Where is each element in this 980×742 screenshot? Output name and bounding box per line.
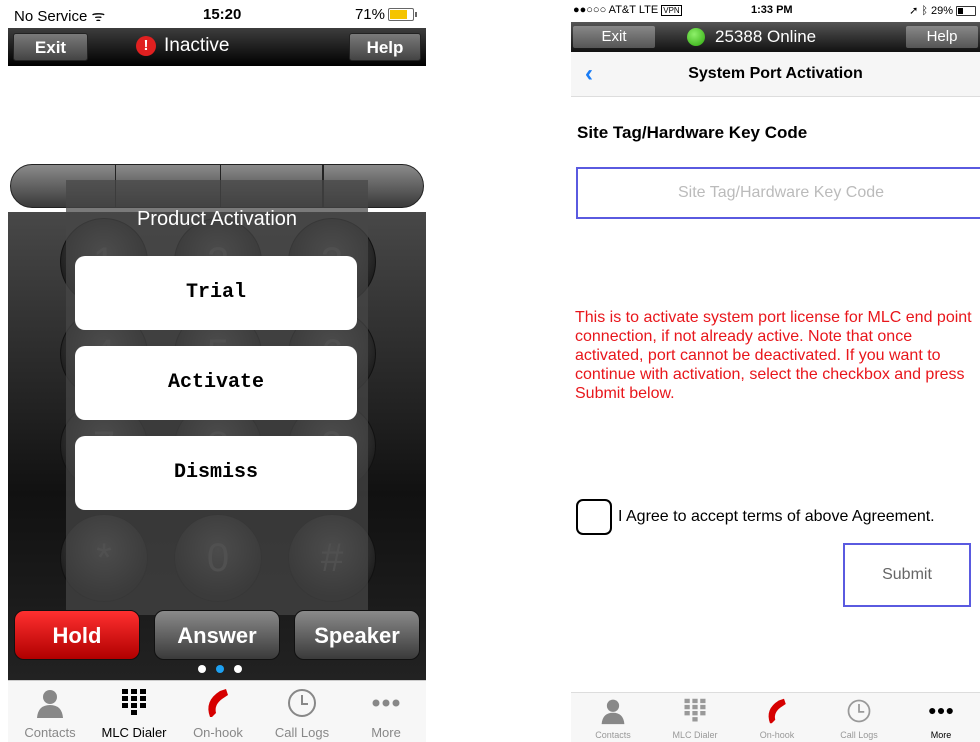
battery-icon bbox=[388, 8, 417, 21]
dialpad-icon bbox=[122, 689, 146, 715]
right-phone-screen: ●●○○○ AT&T LTE VPN 1:33 PM ➚ ᛒ 29% Exit … bbox=[571, 0, 980, 742]
exit-button[interactable]: Exit bbox=[13, 33, 88, 61]
top-nav-bar: Exit 25388 Online Help bbox=[571, 22, 980, 52]
contact-icon bbox=[601, 699, 625, 725]
battery-status: ➚ ᛒ 29% bbox=[909, 4, 976, 17]
tab-label: MLC Dialer bbox=[672, 730, 718, 740]
top-nav-bar: Exit ! Inactive Help bbox=[8, 28, 426, 66]
activation-warning-text: This is to activate system port license … bbox=[575, 309, 972, 402]
site-tag-input[interactable] bbox=[576, 167, 980, 219]
phone-handset-icon bbox=[768, 698, 786, 724]
dialog-title: Product Activation bbox=[136, 208, 298, 230]
call-actions: Hold Answer Speaker bbox=[8, 610, 426, 662]
carrier-label: ●●○○○ AT&T LTE VPN bbox=[573, 4, 682, 16]
status-bar: No Service ᯤ 15:20 71% bbox=[8, 0, 426, 28]
tab-label: Contacts bbox=[595, 730, 631, 740]
location-icon: ➚ bbox=[909, 5, 919, 17]
help-button[interactable]: Help bbox=[906, 26, 978, 48]
left-phone-screen: No Service ᯤ 15:20 71% Exit ! Inactive H… bbox=[8, 0, 426, 742]
more-dots-icon bbox=[372, 699, 400, 707]
tab-on-hook[interactable]: On-hook bbox=[176, 681, 260, 742]
tab-label: Call Logs bbox=[274, 725, 330, 740]
hold-button[interactable]: Hold bbox=[14, 610, 140, 660]
connection-status-label: 25388 Online bbox=[715, 27, 817, 46]
carrier-label: No Service ᯤ bbox=[14, 8, 106, 25]
wifi-icon: ᯤ bbox=[91, 8, 106, 25]
agree-checkbox[interactable] bbox=[576, 499, 612, 535]
page-indicator bbox=[198, 665, 242, 673]
connection-status: 25388 Online bbox=[687, 27, 816, 47]
tab-mlc-dialer[interactable]: MLC Dialer bbox=[92, 681, 176, 742]
online-indicator-icon bbox=[687, 28, 705, 46]
phone-handset-icon bbox=[208, 689, 228, 717]
connection-status: ! Inactive bbox=[136, 35, 229, 57]
product-activation-dialog: Product Activation Trial Activate Dismis… bbox=[66, 180, 368, 615]
contact-icon bbox=[37, 690, 63, 718]
more-dots-icon bbox=[929, 707, 953, 715]
page-dot[interactable] bbox=[234, 665, 242, 673]
connection-status-label: Inactive bbox=[164, 35, 230, 56]
trial-button[interactable]: Trial bbox=[75, 256, 357, 330]
status-time: 15:20 bbox=[203, 6, 242, 23]
tab-label: Contacts bbox=[24, 725, 76, 740]
battery-status: 71% bbox=[354, 6, 417, 23]
page-header: ‹ System Port Activation bbox=[571, 52, 980, 97]
battery-icon bbox=[956, 5, 976, 16]
tab-more[interactable]: More bbox=[901, 693, 980, 742]
status-bar: ●●○○○ AT&T LTE VPN 1:33 PM ➚ ᛒ 29% bbox=[571, 0, 980, 20]
tab-call-logs[interactable]: Call Logs bbox=[819, 693, 899, 742]
tab-label: On-hook bbox=[759, 730, 795, 740]
tab-more[interactable]: More bbox=[344, 681, 426, 742]
tab-label: MLC Dialer bbox=[101, 725, 167, 740]
tab-contacts[interactable]: Contacts bbox=[8, 681, 92, 742]
speaker-button[interactable]: Speaker bbox=[294, 610, 420, 660]
tab-label: More bbox=[371, 725, 401, 740]
clock-icon bbox=[288, 689, 316, 717]
bottom-tab-bar: Contacts MLC Dialer On-hook Call Logs Mo… bbox=[8, 680, 426, 742]
tab-label: On-hook bbox=[193, 725, 243, 740]
exit-button[interactable]: Exit bbox=[573, 26, 655, 48]
bottom-tab-bar: Contacts MLC Dialer On-hook Call Logs Mo… bbox=[571, 692, 980, 742]
help-button[interactable]: Help bbox=[349, 33, 421, 61]
submit-button[interactable]: Submit bbox=[843, 543, 971, 607]
tab-label: More bbox=[930, 730, 952, 740]
page-dot-active[interactable] bbox=[216, 665, 224, 673]
page-title: System Port Activation bbox=[688, 65, 863, 82]
agree-row: I Agree to accept terms of above Agreeme… bbox=[576, 499, 935, 535]
page-dot[interactable] bbox=[198, 665, 206, 673]
answer-button[interactable]: Answer bbox=[154, 610, 280, 660]
tab-mlc-dialer[interactable]: MLC Dialer bbox=[655, 693, 735, 742]
tab-label: Call Logs bbox=[840, 730, 878, 740]
warning-icon: ! bbox=[136, 36, 156, 56]
vpn-badge: VPN bbox=[661, 5, 682, 16]
battery-percent: 29% bbox=[930, 4, 953, 17]
dismiss-button[interactable]: Dismiss bbox=[75, 436, 357, 510]
clock-icon bbox=[847, 699, 871, 723]
tab-on-hook[interactable]: On-hook bbox=[737, 693, 817, 742]
bluetooth-icon: ᛒ bbox=[921, 4, 928, 17]
agree-label: I Agree to accept terms of above Agreeme… bbox=[618, 508, 935, 525]
battery-percent: 71% bbox=[354, 6, 385, 23]
site-tag-label: Site Tag/Hardware Key Code bbox=[577, 123, 808, 142]
tab-contacts[interactable]: Contacts bbox=[573, 693, 653, 742]
tab-call-logs[interactable]: Call Logs bbox=[260, 681, 344, 742]
status-time: 1:33 PM bbox=[751, 4, 793, 16]
dialpad-icon bbox=[684, 698, 706, 722]
activate-button[interactable]: Activate bbox=[75, 346, 357, 420]
